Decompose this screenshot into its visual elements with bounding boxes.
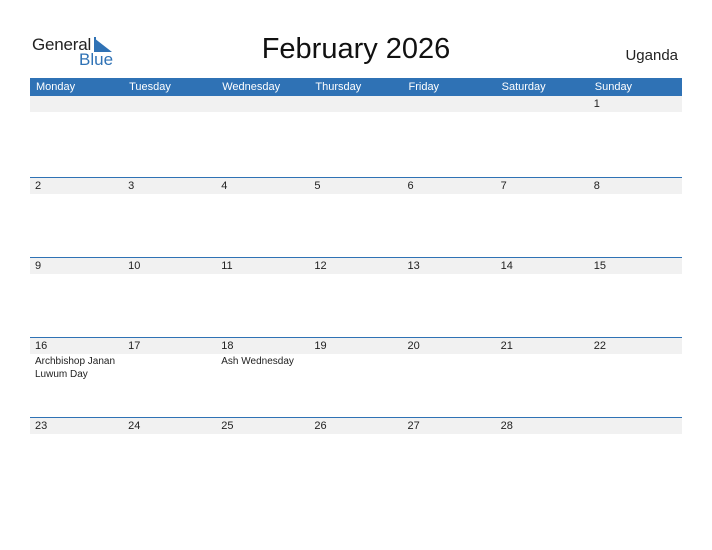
day-event: [589, 112, 682, 113]
day-event: [403, 354, 496, 381]
day-number: 21: [500, 340, 513, 352]
day-event: Archbishop Janan Luwum Day: [35, 356, 116, 380]
date-strip: 1: [30, 96, 682, 112]
weekday-monday: Monday: [36, 81, 76, 93]
weekday-thursday: Thursday: [315, 81, 362, 93]
day-number: 18: [221, 340, 234, 352]
day-number: 3: [128, 180, 135, 192]
day-number: [589, 418, 682, 434]
day-number: 12: [314, 260, 327, 272]
weekday-wednesday: Wednesday: [222, 81, 281, 93]
calendar-grid: Monday Tuesday Wednesday Thursday Friday…: [30, 78, 682, 497]
day-event: [589, 434, 682, 435]
day-event: [403, 194, 496, 195]
country-label: Uganda: [625, 47, 678, 64]
day-event: [403, 274, 496, 275]
week-row: 9 10 11 12 13 14 15: [30, 257, 682, 337]
day-number: [123, 96, 216, 112]
day-number: 6: [407, 180, 414, 192]
date-strip: 9 10 11 12 13 14 15: [30, 258, 682, 274]
day-event: [403, 434, 496, 435]
page-title: February 2026: [261, 33, 451, 65]
day-number: 9: [35, 260, 42, 272]
day-event: [403, 112, 496, 113]
day-number: 5: [314, 180, 321, 192]
day-event: [216, 434, 309, 435]
events-strip: [30, 112, 682, 113]
day-number: 16: [35, 340, 48, 352]
events-strip: [30, 194, 682, 195]
day-number: 22: [593, 340, 606, 352]
day-event: [216, 194, 309, 195]
day-event: [589, 354, 682, 381]
weekday-sunday: Sunday: [594, 81, 633, 93]
day-number: 27: [407, 420, 420, 432]
date-strip: 2 3 4 5 6 7 8: [30, 178, 682, 194]
day-event: [496, 194, 589, 195]
day-event: [309, 354, 402, 381]
day-event: [216, 112, 309, 113]
day-event: [589, 274, 682, 275]
day-number: 17: [128, 340, 141, 352]
day-number: 4: [221, 180, 228, 192]
day-event: [123, 112, 216, 113]
day-number: 23: [35, 420, 48, 432]
week-row: 16 17 18 19 20 21 22 Archbishop Janan Luwum Day…: [30, 337, 682, 417]
day-number: 24: [128, 420, 141, 432]
week-row: 2 3 4 5 6 7 8: [30, 177, 682, 257]
day-number: 7: [500, 180, 507, 192]
day-event: [30, 194, 123, 195]
day-number: [309, 96, 402, 112]
day-event: [309, 274, 402, 275]
weekday-header: Monday Tuesday Wednesday Thursday Friday…: [30, 78, 682, 96]
day-event: [496, 434, 589, 435]
day-number: 10: [128, 260, 141, 272]
day-number: 13: [407, 260, 420, 272]
events-strip: [30, 274, 682, 275]
day-number: [216, 96, 309, 112]
day-number: [403, 96, 496, 112]
day-number: 20: [407, 340, 420, 352]
day-event: Ash Wednesday: [221, 356, 294, 367]
day-number: 14: [500, 260, 513, 272]
events-strip: Archbishop Janan Luwum Day Ash Wednesday: [30, 354, 682, 381]
day-event: [30, 434, 123, 435]
day-event: [309, 194, 402, 195]
day-event: [496, 274, 589, 275]
day-number: 2: [35, 180, 42, 192]
day-number: 15: [593, 260, 606, 272]
weekday-tuesday: Tuesday: [129, 81, 171, 93]
events-strip: [30, 434, 682, 435]
day-event: [123, 434, 216, 435]
day-event: [123, 354, 216, 381]
day-number: [496, 96, 589, 112]
day-event: [30, 112, 123, 113]
day-event: [496, 354, 589, 381]
day-event: [309, 434, 402, 435]
day-event: [309, 112, 402, 113]
day-number: 26: [314, 420, 327, 432]
day-event: [123, 274, 216, 275]
date-strip: 23 24 25 26 27 28: [30, 418, 682, 434]
day-event: [123, 194, 216, 195]
week-row: 1: [30, 96, 682, 177]
day-number: 8: [593, 180, 600, 192]
day-number: 28: [500, 420, 513, 432]
day-number: [30, 96, 123, 112]
day-number: 11: [221, 260, 233, 272]
day-number: 19: [314, 340, 327, 352]
date-strip: 16 17 18 19 20 21 22: [30, 338, 682, 354]
weekday-friday: Friday: [408, 81, 440, 93]
day-event: [589, 194, 682, 195]
day-event: [30, 274, 123, 275]
weekday-saturday: Saturday: [501, 81, 546, 93]
day-number: 1: [593, 98, 600, 110]
day-number: 25: [221, 420, 234, 432]
week-row: 23 24 25 26 27 28: [30, 417, 682, 497]
day-event: [216, 274, 309, 275]
day-event: [496, 112, 589, 113]
